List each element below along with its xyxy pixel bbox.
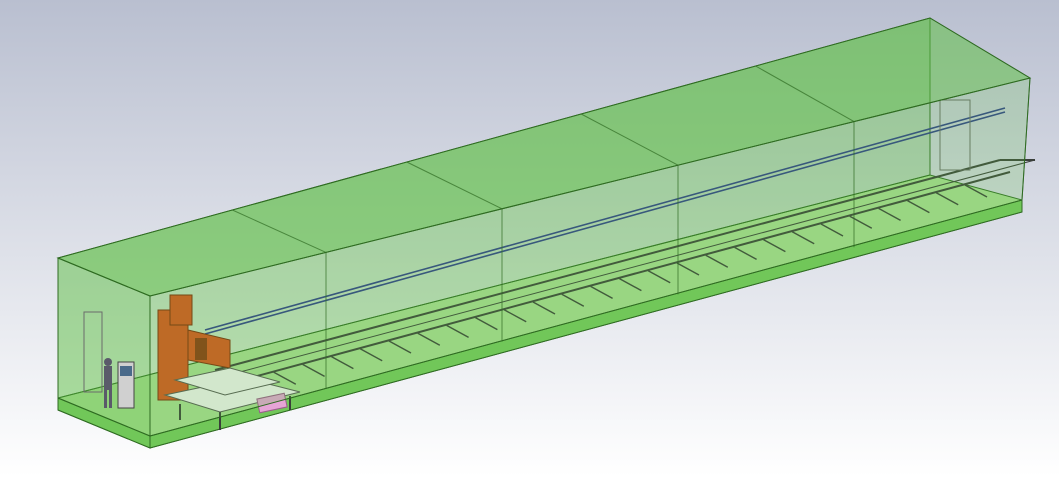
control-cabinet [117, 361, 135, 409]
cad-scene [0, 0, 1059, 477]
cad-viewport[interactable] [0, 0, 1059, 477]
